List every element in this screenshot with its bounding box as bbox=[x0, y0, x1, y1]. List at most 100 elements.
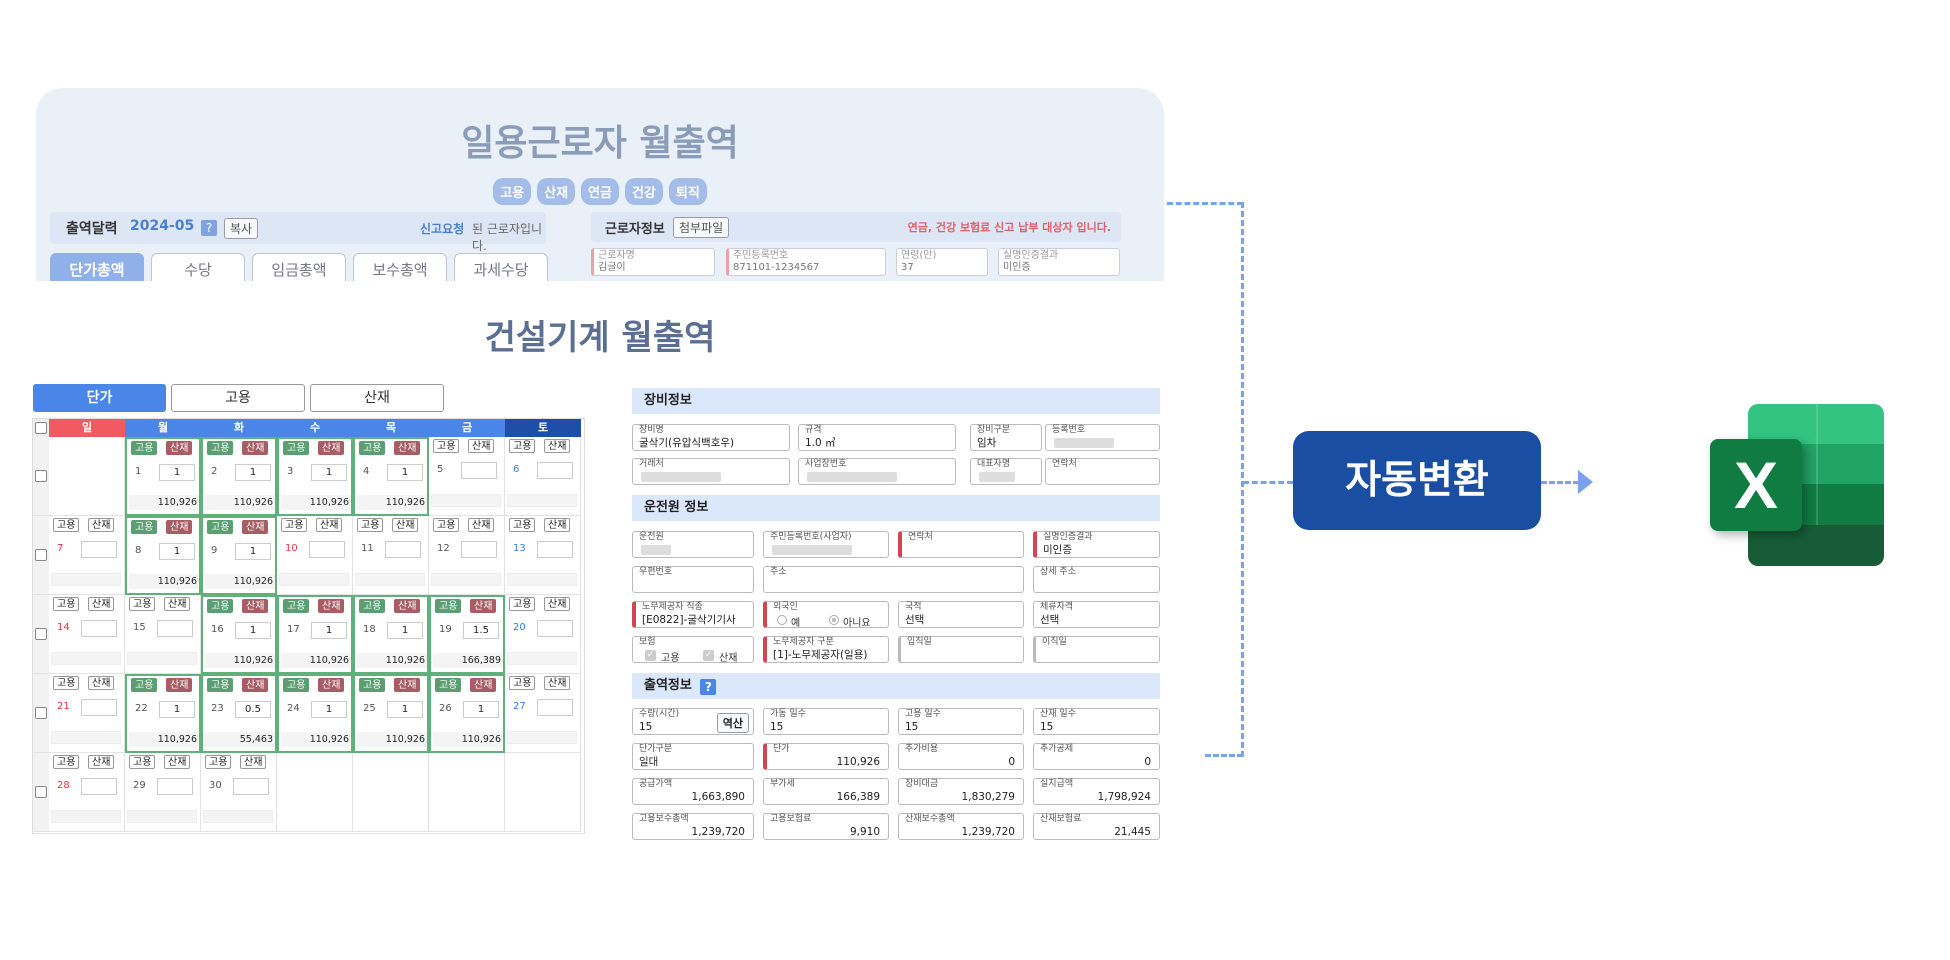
employment-chip[interactable]: 고용 bbox=[131, 520, 158, 534]
employment-chip[interactable]: 고용 bbox=[357, 518, 384, 532]
header-select-all[interactable] bbox=[33, 419, 49, 437]
week-checkbox[interactable] bbox=[35, 786, 47, 798]
calendar-day-cell[interactable]: 고용 산재 11 bbox=[353, 516, 429, 595]
day-quantity-input[interactable] bbox=[81, 699, 117, 716]
industrial-chip[interactable]: 산재 bbox=[468, 518, 495, 532]
day-quantity-input[interactable] bbox=[537, 620, 573, 637]
foreigner-field[interactable]: 외국인 예 아니요 bbox=[763, 601, 889, 629]
industrial-chip[interactable]: 산재 bbox=[166, 678, 193, 692]
calendar-day-cell[interactable]: 고용 산재 20 bbox=[505, 595, 581, 674]
employment-chip[interactable]: 고용 bbox=[129, 597, 156, 611]
employment-chip[interactable]: 고용 bbox=[359, 441, 386, 455]
extra-cost-field[interactable]: 추가비용 0 bbox=[898, 743, 1024, 770]
calendar-day-cell[interactable]: 고용 산재 19 1.5 166,389 bbox=[429, 595, 505, 674]
industrial-chip[interactable]: 산재 bbox=[242, 678, 269, 692]
employment-chip[interactable]: 고용 bbox=[509, 518, 536, 532]
calendar-day-cell[interactable]: 고용 산재 30 bbox=[201, 753, 277, 832]
industrial-chip[interactable]: 산재 bbox=[544, 518, 571, 532]
calendar-day-cell[interactable]: 고용 산재 27 bbox=[505, 674, 581, 753]
quantity-field[interactable]: 수량(시간) 15 역산 bbox=[632, 708, 754, 735]
day-quantity-input[interactable]: 1 bbox=[311, 464, 347, 481]
representative-field[interactable]: 대표자명 bbox=[970, 458, 1042, 485]
day-quantity-input[interactable]: 1 bbox=[387, 701, 423, 718]
industrial-chip[interactable]: 산재 bbox=[544, 439, 571, 453]
industrial-chip[interactable]: 산재 bbox=[470, 599, 497, 613]
day-quantity-input[interactable]: 1 bbox=[159, 701, 195, 718]
week-checkbox[interactable] bbox=[35, 470, 47, 482]
worker-age-field[interactable]: 연령(만) 37 bbox=[896, 248, 988, 276]
copy-button[interactable]: 복사 bbox=[224, 218, 259, 239]
calendar-day-cell[interactable]: 고용 산재 18 1 110,926 bbox=[353, 595, 429, 674]
employment-chip[interactable]: 고용 bbox=[359, 599, 386, 613]
industrial-chip[interactable]: 산재 bbox=[88, 597, 115, 611]
industrial-chip[interactable]: 산재 bbox=[394, 678, 421, 692]
foreigner-no-radio[interactable] bbox=[829, 615, 839, 625]
spec-field[interactable]: 규격 1.0 ㎥ bbox=[798, 424, 956, 451]
day-quantity-input[interactable]: 1 bbox=[235, 464, 271, 481]
industrial-chip[interactable]: 산재 bbox=[88, 518, 115, 532]
industrial-chip[interactable]: 산재 bbox=[242, 599, 269, 613]
day-quantity-input[interactable]: 1 bbox=[387, 464, 423, 481]
employment-chip[interactable]: 고용 bbox=[53, 518, 80, 532]
industrial-chip[interactable]: 산재 bbox=[318, 599, 345, 613]
tab-allowance[interactable]: 수당 bbox=[151, 253, 245, 281]
employment-chip[interactable]: 고용 bbox=[359, 678, 386, 692]
industrial-chip[interactable]: 산재 bbox=[242, 441, 269, 455]
calendar-day-cell[interactable]: 고용 산재 26 1 110,926 bbox=[429, 674, 505, 753]
month-value[interactable]: 2024-05 bbox=[130, 218, 194, 234]
equipment-name-field[interactable]: 장비명 굴삭기(유압식백호우) bbox=[632, 424, 790, 451]
week-row-select[interactable] bbox=[33, 516, 49, 595]
employment-chip[interactable]: 고용 bbox=[131, 441, 158, 455]
join-date-field[interactable]: 입직일 bbox=[898, 636, 1024, 663]
worker-verify-field[interactable]: 실명인증결과 미인증 bbox=[998, 248, 1120, 276]
industrial-chip[interactable]: 산재 bbox=[242, 520, 269, 534]
day-quantity-input[interactable]: 0.5 bbox=[235, 701, 271, 718]
calendar-day-cell[interactable]: 고용 산재 10 bbox=[277, 516, 353, 595]
day-quantity-input[interactable]: 1.5 bbox=[463, 622, 499, 639]
day-quantity-input[interactable]: 1 bbox=[387, 622, 423, 639]
registration-no-field[interactable]: 등록번호 bbox=[1045, 424, 1160, 451]
operator-name-field[interactable]: 운전원 bbox=[632, 531, 754, 558]
industrial-chip[interactable]: 산재 bbox=[166, 520, 193, 534]
worker-rrn-field[interactable]: 주민등록번호 871101-1234567 bbox=[726, 248, 886, 276]
industrial-chip[interactable]: 산재 bbox=[470, 678, 497, 692]
calendar-day-cell[interactable]: 고용 산재 22 1 110,926 bbox=[125, 674, 201, 753]
calendar-day-cell[interactable]: 고용 산재 23 0.5 55,463 bbox=[201, 674, 277, 753]
insurance-field[interactable]: 보험 ✓ 고용 ✓ 산재 bbox=[632, 636, 754, 664]
reverse-calc-button[interactable]: 역산 bbox=[716, 713, 749, 733]
employment-chip[interactable]: 고용 bbox=[435, 678, 462, 692]
day-quantity-input[interactable]: 1 bbox=[235, 543, 271, 560]
insurance-employment-checkbox[interactable]: ✓ bbox=[645, 650, 656, 661]
day-quantity-input[interactable] bbox=[537, 462, 573, 479]
day-quantity-input[interactable] bbox=[309, 541, 345, 558]
industrial-chip[interactable]: 산재 bbox=[392, 518, 419, 532]
tab-taxable[interactable]: 과세수당 bbox=[454, 253, 548, 281]
employment-chip[interactable]: 고용 bbox=[509, 676, 536, 690]
week-checkbox[interactable] bbox=[35, 549, 47, 561]
week-checkbox[interactable] bbox=[35, 707, 47, 719]
calendar-day-cell[interactable]: 고용 산재 5 bbox=[429, 437, 505, 516]
operator-verify-field[interactable]: 실명인증결과 미인증 bbox=[1033, 531, 1160, 558]
calendar-day-cell[interactable]: 고용 산재 8 1 110,926 bbox=[125, 516, 201, 595]
contact-field[interactable]: 연락처 bbox=[1045, 458, 1160, 485]
day-quantity-input[interactable] bbox=[81, 778, 117, 795]
employment-chip[interactable]: 고용 bbox=[207, 441, 234, 455]
nationality-field[interactable]: 국적 선택 bbox=[898, 601, 1024, 628]
employment-chip[interactable]: 고용 bbox=[129, 755, 156, 769]
calendar-day-cell[interactable]: 고용 산재 13 bbox=[505, 516, 581, 595]
auto-convert-button[interactable]: 자동변환 bbox=[1293, 431, 1541, 530]
calendar-day-cell[interactable]: 고용 산재 9 1 110,926 bbox=[201, 516, 277, 595]
employment-chip[interactable]: 고용 bbox=[53, 755, 80, 769]
worker-name-field[interactable]: 근로자명 김글이 bbox=[591, 248, 715, 276]
tab-employment[interactable]: 고용 bbox=[171, 384, 305, 412]
industrial-chip[interactable]: 산재 bbox=[394, 441, 421, 455]
attach-button[interactable]: 첨부파일 bbox=[673, 217, 730, 238]
employment-chip[interactable]: 고용 bbox=[509, 597, 536, 611]
calendar-day-cell[interactable]: 고용 산재 16 1 110,926 bbox=[201, 595, 277, 674]
week-row-select[interactable] bbox=[33, 674, 49, 753]
equipment-category-field[interactable]: 장비구분 임차 bbox=[970, 424, 1042, 451]
op-days-field[interactable]: 가동 일수 15 bbox=[763, 708, 889, 735]
tab-unit-total[interactable]: 단가총액 bbox=[50, 253, 144, 281]
industrial-chip[interactable]: 산재 bbox=[88, 755, 115, 769]
day-quantity-input[interactable] bbox=[461, 541, 497, 558]
